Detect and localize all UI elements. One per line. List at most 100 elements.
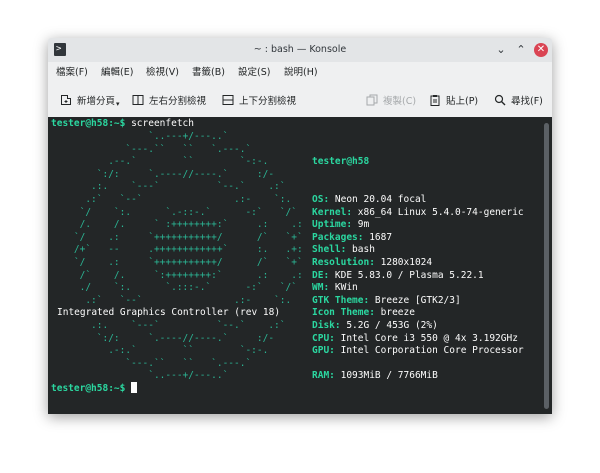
logo-line: `..---+/---..` — [51, 131, 229, 142]
menu-view[interactable]: 檢視(V) — [146, 66, 179, 80]
command: screenfetch — [131, 118, 194, 129]
logo-line: `/ .: `+++++++++++/ /` `+` — [51, 231, 303, 243]
logo-line: /` /. `:++++++++:` .: .: — [51, 269, 303, 281]
info-row: CPU: Intel Core i3 550 @ 4x 3.192GHz — [312, 333, 524, 346]
logo-line: .:. `---` `--.` .:` — [51, 181, 286, 193]
user-host-line: tester@h58 — [312, 156, 524, 169]
logo-line: /. /. ` :++++++++:` .: .: — [51, 219, 303, 231]
split-left-right-button[interactable]: 左右分割檢視 — [132, 92, 206, 108]
info-key: Packages: — [312, 231, 364, 243]
system-info: tester@h58 OS: Neon 20.04 focal Kernel: x… — [312, 131, 524, 408]
logo-line: ./ `:. `.:::-.` -:` `/` — [51, 282, 297, 294]
close-button[interactable]: ✕ — [534, 43, 548, 57]
info-row: GTK Theme: Breeze [GTK2/3] — [312, 295, 524, 308]
copy-icon — [366, 94, 378, 106]
info-key: WM: — [312, 282, 330, 294]
minimize-button[interactable]: ⌄ — [494, 43, 508, 57]
info-value: 9m — [352, 219, 370, 231]
konsole-window: > ~ : bash — Konsole ⌄ ⌃ ✕ 檔案(F) 編輯(E) 檢… — [48, 38, 552, 414]
menu-bookmarks[interactable]: 書籤(B) — [192, 66, 225, 80]
text-cursor — [131, 382, 138, 393]
info-key: DE: — [312, 269, 330, 281]
title-bar[interactable]: > ~ : bash — Konsole ⌄ ⌃ ✕ — [48, 38, 552, 62]
info-row: Icon Theme: breeze — [312, 307, 524, 320]
logo-line: `:/: `.----//----.` :/- — [51, 332, 275, 344]
info-value: KWin — [329, 282, 358, 294]
ascii-logo: `..---+/---..` `---.`` `` `.---.` .--.` … — [51, 131, 303, 307]
info-row: Shell: bash — [312, 244, 524, 257]
info-value: Intel Corporation Core Processor — [334, 345, 524, 357]
copy-button[interactable]: 複製(C) — [366, 92, 416, 108]
info-value: Neon 20.04 focal — [329, 193, 427, 205]
prompt: tester@h58:~$ — [51, 383, 132, 394]
split-top-bottom-button[interactable]: 上下分割檢視 — [222, 92, 296, 108]
split-vertical-icon — [132, 94, 144, 106]
info-row: DE: KDE 5.83.0 / Plasma 5.22.1 — [312, 270, 524, 283]
info-key: CPU: — [312, 332, 335, 344]
info-value: KDE 5.83.0 / Plasma 5.22.1 — [329, 269, 484, 281]
prompt: tester@h58:~$ — [51, 118, 132, 129]
find-button[interactable]: 尋找(F) — [494, 92, 543, 108]
chevron-down-icon[interactable]: ▾ — [116, 100, 120, 108]
new-tab-button[interactable]: 新增分頁 ▾ — [60, 92, 120, 108]
window-title: ~ : bash — Konsole — [253, 44, 347, 55]
info-key: OS: — [312, 193, 330, 205]
info-key: GPU: — [312, 345, 335, 357]
terminal-area[interactable]: tester@h58:~$ screenfetch `..---+/---..`… — [48, 117, 552, 414]
info-key: Disk: — [312, 319, 341, 331]
info-value: 5.2G / 453G (2%) — [340, 319, 438, 331]
paste-button[interactable]: 貼上(P) — [429, 92, 478, 108]
info-key: GTK Theme: — [312, 294, 370, 306]
menu-settings[interactable]: 設定(S) — [238, 66, 270, 80]
info-row: Disk: 5.2G / 453G (2%) — [312, 320, 524, 333]
logo-line: .:` `--` .:- `:. — [51, 294, 292, 306]
paste-label: 貼上(P) — [446, 96, 479, 107]
info-row: Resolution: 1280x1024 — [312, 257, 524, 270]
scrollbar[interactable] — [544, 123, 549, 409]
active-prompt-line[interactable]: tester@h58:~$ — [51, 382, 138, 396]
menu-edit[interactable]: 編輯(E) — [101, 66, 133, 80]
info-key: Shell: — [312, 244, 347, 256]
logo-line: `/ .: `+++++++++++/ /` `+` — [51, 256, 303, 268]
menu-help[interactable]: 說明(H) — [284, 66, 318, 80]
toolbar: 新增分頁 ▾ 左右分割檢視 上下分割檢視 複製(C) 貼上(P) 尋找(F) — [48, 84, 552, 116]
new-tab-label: 新增分頁 — [77, 96, 116, 107]
new-tab-icon — [60, 94, 72, 106]
maximize-button[interactable]: ⌃ — [514, 43, 528, 57]
logo-line: .:. `---` `--.` .:` — [51, 320, 286, 331]
info-value: 1280x1024 — [374, 256, 433, 268]
find-label: 尋找(F) — [511, 96, 543, 107]
copy-label: 複製(C) — [383, 96, 417, 107]
menu-bar: 檔案(F) 編輯(E) 檢視(V) 書籤(B) 設定(S) 說明(H) — [48, 62, 552, 84]
split-left-right-label: 左右分割檢視 — [149, 96, 207, 107]
logo-line: `:/: `.----//----.` :/- — [51, 168, 275, 180]
info-row: OS: Neon 20.04 focal — [312, 194, 524, 207]
logo-line: .:` `--` .:- `:. — [51, 193, 292, 205]
paste-icon — [429, 94, 441, 106]
logo-caption: Integrated Graphics Controller (rev 18) — [57, 307, 281, 318]
logo-line: `---.`` `` `.---.` — [51, 143, 252, 155]
user-host: tester@h58 — [312, 156, 370, 168]
info-key: RAM: — [312, 370, 335, 382]
info-row: Packages: 1687 — [312, 232, 524, 245]
logo-line: .--.` `` `-:-. — [51, 156, 269, 168]
logo-line: `---.`` `` `.---.` — [51, 357, 252, 369]
info-value: x86_64 Linux 5.4.0-74-generic — [352, 206, 524, 218]
info-row: GPU: Intel Corporation Core Processor — [312, 345, 524, 358]
logo-line: .-:.` `` `-:-. — [51, 345, 269, 357]
logo-line: `/ `:. `.-::-.` -:` `/` — [51, 206, 297, 218]
command-line: tester@h58:~$ screenfetch — [51, 118, 194, 131]
info-row: RAM: 1093MiB / 7766MiB — [312, 370, 524, 383]
info-value: Breeze [GTK2/3] — [369, 294, 461, 306]
split-horizontal-icon — [222, 94, 234, 106]
ascii-logo-tail: .:. `---` `--.` .:` `:/: `.----//----.` … — [51, 320, 286, 383]
info-key: Uptime: — [312, 219, 353, 231]
search-icon — [494, 94, 506, 106]
split-top-bottom-label: 上下分割檢視 — [239, 96, 297, 107]
info-key: Kernel: — [312, 206, 353, 218]
info-value: Intel Core i3 550 @ 4x 3.192GHz — [334, 332, 518, 344]
info-row: WM: KWin — [312, 282, 524, 295]
info-value: bash — [346, 244, 375, 256]
info-row: Kernel: x86_64 Linux 5.4.0-74-generic — [312, 207, 524, 220]
menu-file[interactable]: 檔案(F) — [56, 66, 88, 80]
